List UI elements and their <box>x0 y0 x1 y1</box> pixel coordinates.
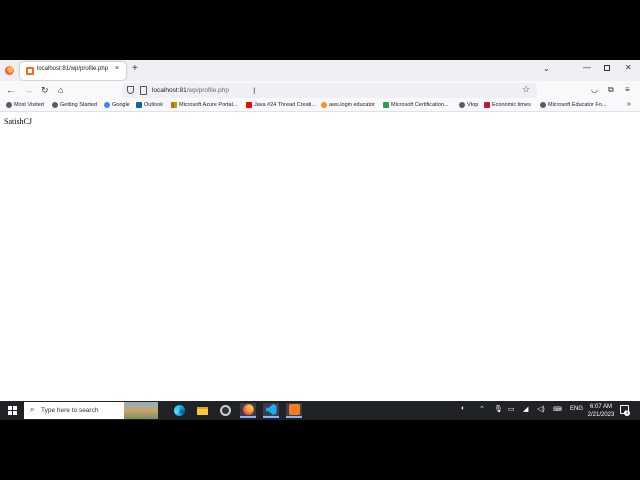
search-highlight-image[interactable] <box>124 402 158 419</box>
search-placeholder: Type here to search <box>41 407 99 414</box>
bookmark-most-visited[interactable]: Most Visited <box>6 102 44 108</box>
certification-icon <box>383 102 389 108</box>
clock-time: 6:07 AM <box>589 404 612 410</box>
globe-icon <box>52 102 58 108</box>
screen: localhost:81/wp/profile.php × + ⌄ — ✕ ← … <box>0 60 640 420</box>
text-cursor-icon: I <box>253 86 256 96</box>
microphone-icon[interactable]: 🎙 <box>494 405 503 413</box>
windows-start-icon[interactable] <box>8 406 17 415</box>
bookmark-label: Microsoft Certification... <box>391 102 449 108</box>
tab-close-icon[interactable]: × <box>115 65 119 72</box>
microsoft-icon <box>171 102 177 108</box>
profile-username-text: SatishCJ <box>4 117 33 126</box>
battery-icon[interactable]: ▭ <box>508 405 515 413</box>
bookmark-aws-login[interactable]: aws.login educator <box>321 102 375 108</box>
xampp-icon[interactable] <box>286 403 302 418</box>
show-hidden-icons-chevron-up-icon[interactable]: ⌃ <box>479 405 485 413</box>
minimize-button[interactable]: — <box>583 63 591 72</box>
url-path: /wp/profile.php <box>186 87 229 94</box>
clock-date: 2/21/2023 <box>587 412 615 418</box>
bookmark-azure-portal[interactable]: Microsoft Azure Portal... <box>171 102 237 108</box>
globe-icon <box>459 102 465 108</box>
back-arrow-icon[interactable]: ← <box>6 84 15 96</box>
bookmark-label: Microsoft Azure Portal... <box>179 102 238 108</box>
touch-keyboard-icon[interactable]: ⌨ <box>553 406 562 413</box>
tab-strip: localhost:81/wp/profile.php × + ⌄ — ✕ <box>0 60 640 81</box>
aws-icon <box>321 102 327 108</box>
reload-icon[interactable]: ↻ <box>41 84 49 96</box>
xampp-favicon-icon <box>26 67 34 75</box>
bookmark-outlook[interactable]: Outlook <box>136 102 163 108</box>
bookmark-java-thread[interactable]: Java #24 Thread Creati... <box>246 102 316 108</box>
bookmark-label: aws.login educator <box>329 102 375 108</box>
bookmark-label: Java #24 Thread Creati... <box>254 102 316 108</box>
firefox-logo-icon[interactable] <box>5 66 14 75</box>
notification-count-badge: 1 <box>624 410 630 416</box>
tab-title: localhost:81/wp/profile.php <box>37 66 109 72</box>
new-tab-button[interactable]: + <box>132 63 138 75</box>
et-icon <box>484 102 490 108</box>
taskbar-search-input[interactable]: ⌕ Type here to search <box>24 402 124 419</box>
file-explorer-icon[interactable] <box>194 403 210 418</box>
outlook-icon <box>136 102 142 108</box>
bookmark-label: Google <box>112 102 130 108</box>
navigation-bar: ← → ↻ ⌂ localhost:81/wp/profile.php I ☆ … <box>0 81 640 100</box>
bookmark-ms-certification[interactable]: Microsoft Certification... <box>383 102 448 108</box>
wifi-icon[interactable]: ◢ <box>523 405 528 413</box>
pocket-icon[interactable]: ◡ <box>591 85 598 94</box>
globe-icon <box>540 102 546 108</box>
more-bookmarks-chevron-icon[interactable]: » <box>627 101 631 108</box>
close-window-button[interactable]: ✕ <box>625 63 632 72</box>
weather-icon[interactable]: ◐ <box>461 405 465 412</box>
list-all-tabs-chevron-down-icon[interactable]: ⌄ <box>543 64 550 73</box>
extensions-icon[interactable]: ⧉ <box>608 85 614 95</box>
language-indicator[interactable]: ENG <box>570 406 583 412</box>
bookmark-ms-educator[interactable]: Microsoft Educator Fo... <box>540 102 606 108</box>
bookmark-label: Vtop <box>467 102 479 108</box>
bookmark-getting-started[interactable]: Getting Started <box>52 102 97 108</box>
address-bar[interactable]: localhost:81/wp/profile.php I ☆ <box>122 83 537 98</box>
google-icon <box>104 102 110 108</box>
letterbox-top <box>0 0 640 60</box>
clock[interactable]: 6:07 AM 2/21/2023 <box>585 403 617 419</box>
gear-icon <box>6 102 12 108</box>
bookmarks-toolbar: Most Visited Getting Started Google Outl… <box>0 100 640 112</box>
edge-browser-icon[interactable] <box>171 403 187 418</box>
letterbox-bottom <box>0 420 640 480</box>
tracking-protection-shield-icon[interactable] <box>127 86 134 94</box>
page-info-icon[interactable] <box>140 86 147 95</box>
search-icon: ⌕ <box>30 405 35 414</box>
url-host: localhost:81 <box>152 87 187 94</box>
volume-icon[interactable]: ◁) <box>537 405 545 413</box>
url-text[interactable]: localhost:81/wp/profile.php <box>152 87 229 94</box>
page-content: SatishCJ <box>0 113 640 401</box>
bookmark-label: Economic times <box>492 102 531 108</box>
bookmark-label: Microsoft Educator Fo... <box>548 102 607 108</box>
youtube-icon <box>246 102 252 108</box>
bookmark-vtop[interactable]: Vtop <box>459 102 478 108</box>
tab-profile[interactable]: localhost:81/wp/profile.php × <box>20 62 126 80</box>
bookmark-label: Getting Started <box>60 102 97 108</box>
forward-arrow-icon[interactable]: → <box>24 84 33 96</box>
bookmark-economic-times[interactable]: Economic times <box>484 102 531 108</box>
bookmark-label: Outlook <box>144 102 163 108</box>
maximize-button[interactable] <box>604 65 610 71</box>
taskbar: ⌕ Type here to search ◐ ⌃ 🎙 ▭ ◢ ◁) ⌨ ENG… <box>0 401 640 420</box>
bookmark-star-icon[interactable]: ☆ <box>522 84 530 95</box>
firefox-taskbar-icon[interactable] <box>240 403 256 418</box>
vscode-icon[interactable] <box>263 403 279 418</box>
home-icon[interactable]: ⌂ <box>58 84 63 96</box>
menu-hamburger-icon[interactable]: ≡ <box>625 85 630 94</box>
bookmark-google[interactable]: Google <box>104 102 130 108</box>
bookmark-label: Most Visited <box>14 102 44 108</box>
chrome-icon[interactable] <box>217 403 233 418</box>
